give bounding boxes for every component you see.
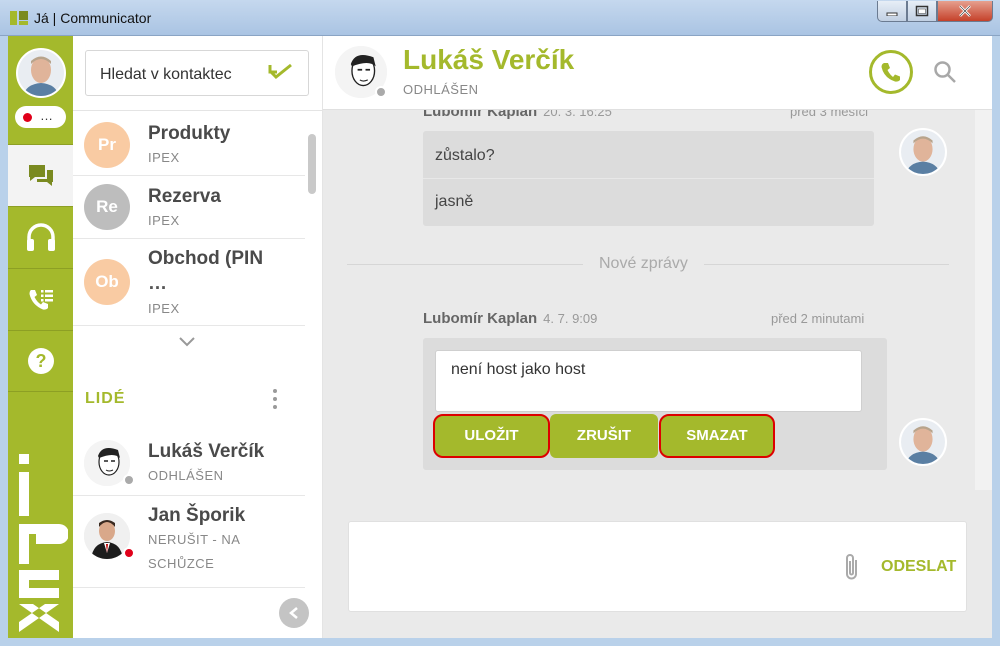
group-name: Rezerva xyxy=(148,186,221,207)
group-name: Produkty xyxy=(148,123,231,144)
contact-search[interactable]: Hledat v kontaktec xyxy=(85,50,309,96)
group-sub: IPEX xyxy=(148,150,180,165)
compose-box[interactable]: ODESLAT xyxy=(348,521,967,612)
my-avatar[interactable] xyxy=(16,48,66,98)
person-name: Lukáš Verčík xyxy=(148,441,265,462)
close-icon xyxy=(959,5,971,17)
search-icon[interactable] xyxy=(933,60,957,84)
check-arrow-icon[interactable] xyxy=(268,63,294,81)
help-icon: ? xyxy=(27,348,54,374)
rail-item-calls[interactable] xyxy=(8,268,73,330)
status-text: … xyxy=(40,108,53,123)
chevron-left-icon xyxy=(289,607,298,619)
person-row-lukas[interactable]: Lukáš Verčík ODHLÁŠEN xyxy=(73,432,305,496)
chat-scrollbar[interactable] xyxy=(975,110,992,490)
message-bubble: zůstalo? jasně xyxy=(423,131,874,226)
ipex-logo xyxy=(19,454,68,632)
minimize-icon xyxy=(886,12,898,16)
message-ago: před 2 minutami xyxy=(771,311,865,326)
rail-item-chat[interactable] xyxy=(8,144,73,206)
close-button[interactable] xyxy=(937,1,993,22)
user-photo xyxy=(18,50,64,96)
rail-item-help[interactable]: ? xyxy=(8,330,73,392)
message-date: 4. 7. 9:09 xyxy=(543,311,598,326)
window-titlebar: Já | Communicator xyxy=(0,0,1000,36)
contacts-panel: Hledat v kontaktec Pr Produkty IPEX Re R… xyxy=(73,36,323,638)
chat-icon xyxy=(28,164,53,186)
person-status: ODHLÁŠEN xyxy=(148,468,224,483)
search-placeholder: Hledat v kontaktec xyxy=(100,66,232,83)
person-row-jan[interactable]: Jan Šporik NERUŠIT - NA SCHŮZCE xyxy=(73,496,305,588)
chevron-down-icon[interactable] xyxy=(178,336,196,348)
window-frame-bottom xyxy=(0,638,1000,646)
delete-button[interactable]: SMAZAT xyxy=(659,414,775,458)
chat-header: Lukáš Verčík ODHLÁŠEN xyxy=(323,36,992,110)
sender-avatar xyxy=(899,418,947,466)
window-frame-left xyxy=(0,36,8,646)
svg-text:?: ? xyxy=(35,351,46,371)
group-avatar: Pr xyxy=(84,122,130,168)
group-name-cont: … xyxy=(148,273,167,294)
contact-name: Lukáš Verčík xyxy=(403,44,575,75)
presence-dot xyxy=(123,547,135,559)
group-avatar: Re xyxy=(84,184,130,230)
sender-avatar xyxy=(899,128,947,176)
message-line: jasně xyxy=(435,193,474,210)
group-name: Obchod (PIN xyxy=(148,248,264,269)
maximize-button[interactable] xyxy=(907,1,937,22)
cancel-button[interactable]: ZRUŠIT xyxy=(550,414,658,458)
app-icon xyxy=(10,11,28,25)
people-section-title: LIDÉ xyxy=(85,390,126,407)
group-row-produkty[interactable]: Pr Produkty IPEX xyxy=(73,114,305,176)
person-status: NERUŠIT - NA SCHŮZCE xyxy=(148,532,240,571)
more-options-icon[interactable] xyxy=(271,389,279,413)
group-sub: IPEX xyxy=(148,213,180,228)
divider xyxy=(73,110,323,111)
contact-status: ODHLÁŠEN xyxy=(403,82,479,97)
new-messages-label: Nové zprávy xyxy=(583,255,704,273)
chat-panel: Lukáš Verčík ODHLÁŠEN Lubomír Kaplan 20. … xyxy=(323,36,992,638)
status-dot xyxy=(23,113,32,122)
group-row-rezerva[interactable]: Re Rezerva IPEX xyxy=(73,176,305,239)
save-button[interactable]: ULOŽIT xyxy=(433,414,550,458)
group-row-obchod[interactable]: Ob Obchod (PIN … IPEX xyxy=(73,239,305,326)
nav-rail: … ? xyxy=(8,36,73,638)
message-author: Lubomír Kaplan 4. 7. 9:09 xyxy=(423,310,598,327)
my-status-selector[interactable]: … xyxy=(15,106,66,128)
send-button[interactable]: ODESLAT xyxy=(881,558,956,576)
window-frame-right xyxy=(992,36,1000,646)
contact-presence-dot xyxy=(375,86,387,98)
message-edit-value: není host jako host xyxy=(451,361,586,378)
maximize-icon xyxy=(915,5,929,17)
collapse-panel-button[interactable] xyxy=(279,598,309,628)
contacts-scrollbar[interactable] xyxy=(308,134,316,194)
call-list-icon xyxy=(29,289,53,310)
phone-icon xyxy=(881,63,900,82)
presence-dot xyxy=(123,474,135,486)
window-title: Já | Communicator xyxy=(34,10,152,26)
rail-item-support[interactable] xyxy=(8,206,73,268)
paperclip-icon[interactable] xyxy=(843,552,861,582)
message-line: zůstalo? xyxy=(435,147,495,164)
person-name: Jan Šporik xyxy=(148,505,246,526)
group-sub: IPEX xyxy=(148,301,180,316)
headset-icon xyxy=(26,222,55,251)
call-button[interactable] xyxy=(869,50,913,94)
minimize-button[interactable] xyxy=(877,1,907,22)
message-edit-field[interactable]: není host jako host xyxy=(435,350,862,412)
group-avatar: Ob xyxy=(84,259,130,305)
